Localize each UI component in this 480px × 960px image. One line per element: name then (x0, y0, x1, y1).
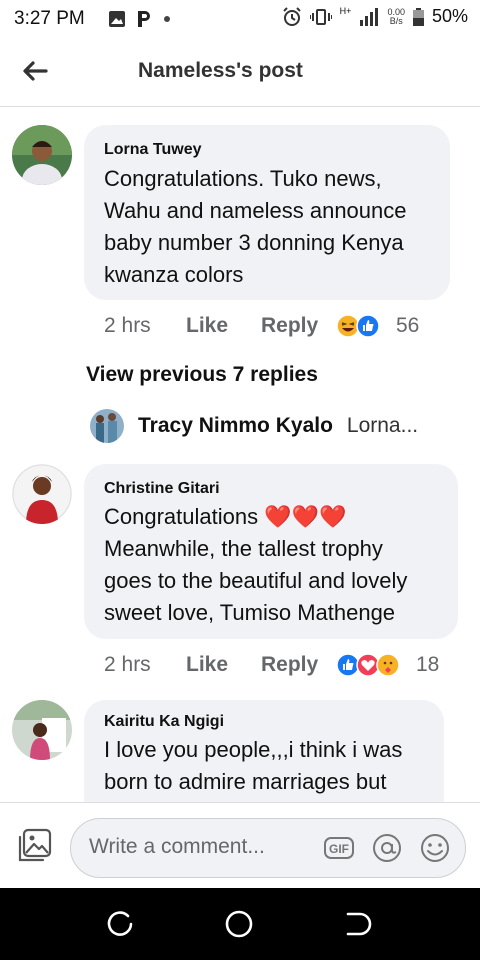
latest-reply-preview[interactable]: Tracy Nimmo Kyalo Lorna... (90, 409, 418, 443)
comment-bubble[interactable]: Christine Gitari Congratulations ❤️❤️❤️ … (84, 464, 458, 639)
post-header: Nameless's post (0, 38, 480, 107)
like-reaction-icon (356, 314, 380, 338)
reply-button[interactable]: Reply (261, 653, 318, 677)
comment-bubble[interactable]: Lorna Tuwey Congratulations. Tuko news, … (84, 125, 450, 300)
reaction-count: 18 (416, 653, 440, 676)
network-speed: 0.00 B/s (387, 6, 405, 26)
reaction-count: 56 (396, 314, 420, 337)
view-previous-replies-button[interactable]: View previous 7 replies (86, 363, 318, 387)
photo-icon[interactable] (16, 827, 54, 865)
comment-time: 2 hrs (104, 314, 151, 337)
reactions-summary[interactable] (336, 314, 380, 338)
avatar[interactable] (12, 464, 72, 524)
care-reaction-icon (376, 653, 400, 677)
emoji-icon[interactable] (419, 832, 451, 864)
home-icon[interactable] (223, 908, 255, 940)
system-nav-bar (0, 888, 480, 960)
network-type: H+ (339, 6, 352, 16)
comment-text: Congratulations. Tuko news, Wahu and nam… (104, 166, 407, 287)
vibrate-icon (309, 8, 332, 25)
dot-icon (164, 16, 170, 22)
signal-icon (360, 7, 379, 26)
comment-placeholder: Write a comment... (89, 835, 265, 858)
reply-snippet: Lorna... (346, 414, 419, 437)
gif-icon[interactable]: GIF (323, 832, 355, 864)
back-arrow-icon[interactable] (20, 56, 50, 86)
mention-icon[interactable] (371, 832, 403, 864)
comment-author[interactable]: Kairitu Ka Ngigi (104, 713, 224, 731)
app-notification-icon (138, 11, 150, 27)
battery-percent: 50% (431, 6, 468, 26)
avatar[interactable] (90, 409, 124, 443)
comment-text: Congratulations ❤️❤️❤️ Meanwhile, the ta… (104, 504, 408, 625)
avatar[interactable] (12, 700, 72, 760)
comment-author[interactable]: Christine Gitari (104, 480, 220, 498)
like-button[interactable]: Like (186, 314, 228, 338)
alarm-icon (282, 6, 301, 26)
back-nav-icon[interactable] (342, 908, 374, 940)
reactions-summary[interactable] (336, 653, 400, 677)
avatar[interactable] (12, 125, 72, 185)
reply-author[interactable]: Tracy Nimmo Kyalo (138, 414, 333, 438)
svg-text:GIF: GIF (329, 842, 349, 856)
battery-icon (412, 7, 424, 26)
recent-apps-icon[interactable] (104, 908, 136, 940)
comment-time: 2 hrs (104, 653, 151, 676)
comment-author[interactable]: Lorna Tuwey (104, 141, 202, 159)
status-bar: 3:27 PM H+ 0.00 B/s 50% (0, 0, 480, 38)
like-button[interactable]: Like (186, 653, 228, 677)
comment-composer: Write a comment... GIF (0, 802, 480, 889)
page-title: Nameless's post (138, 59, 303, 82)
status-time: 3:27 PM (14, 8, 85, 29)
comment-input[interactable]: Write a comment... GIF (70, 818, 466, 878)
comment-text: I love you people,,,i think i was born t… (104, 737, 403, 794)
gallery-notification-icon (109, 11, 125, 27)
hearts-emoji: ❤️❤️❤️ (264, 504, 347, 529)
reply-button[interactable]: Reply (261, 314, 318, 338)
